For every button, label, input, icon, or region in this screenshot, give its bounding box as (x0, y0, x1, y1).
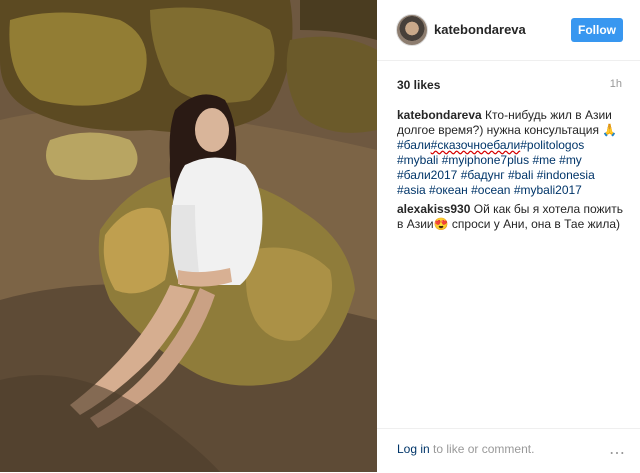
caption-comment: katebondareva Кто-нибудь жил в Азии долг… (397, 108, 623, 198)
hashtag-link[interactable]: #indonesia (537, 168, 595, 182)
login-link[interactable]: Log in (397, 442, 430, 456)
post-username[interactable]: katebondareva (434, 22, 526, 37)
hashtag-link[interactable]: #asia (397, 183, 426, 197)
login-prompt: Log in to like or comment. (397, 442, 534, 456)
hashtag-link[interactable]: #bali (508, 168, 533, 182)
post-photo (0, 0, 377, 472)
hashtag-link[interactable]: #mybali2017 (514, 183, 582, 197)
post-time[interactable]: 1h (610, 78, 622, 90)
hashtag-link[interactable]: #бадунг (461, 168, 505, 182)
hashtag-link[interactable]: #mybali (397, 153, 438, 167)
hashtag-link[interactable]: #бали2017 (397, 168, 457, 182)
hashtag-link[interactable]: #ocean (471, 183, 510, 197)
post-header: katebondareva Follow (377, 0, 640, 61)
login-prompt-text: to like or comment. (429, 442, 535, 456)
hashtag-link[interactable]: #my (559, 153, 582, 167)
post-side-panel: katebondareva Follow 30 likes 1h katebon… (377, 0, 640, 472)
comments-list: katebondareva Кто-нибудь жил в Азии долг… (397, 108, 623, 236)
hashtag-link[interactable]: #myiphone7plus (442, 153, 529, 167)
likes-count[interactable]: 30 likes (397, 78, 440, 92)
reply-username[interactable]: alexakiss930 (397, 202, 470, 216)
post-photo-art (0, 0, 377, 472)
hashtag-link[interactable]: #океан (429, 183, 468, 197)
more-options-icon[interactable]: ⋯ (609, 443, 626, 463)
avatar[interactable] (396, 14, 428, 46)
post-stats: 30 likes 1h (397, 78, 622, 92)
reply-comment: alexakiss930 Ой как бы я хотела пожить в… (397, 202, 623, 232)
caption-hashtags: #бали#сказочноебали#politologos #mybali … (397, 138, 595, 197)
hashtag-link[interactable]: #politologos (520, 138, 584, 152)
post-footer: Log in to like or comment. ⋯ (377, 428, 640, 473)
hashtag-link[interactable]: #сказочноебали (431, 138, 521, 152)
follow-button[interactable]: Follow (571, 18, 623, 42)
caption-username[interactable]: katebondareva (397, 108, 482, 122)
hashtag-link[interactable]: #me (532, 153, 555, 167)
hashtag-link[interactable]: #бали (397, 138, 431, 152)
